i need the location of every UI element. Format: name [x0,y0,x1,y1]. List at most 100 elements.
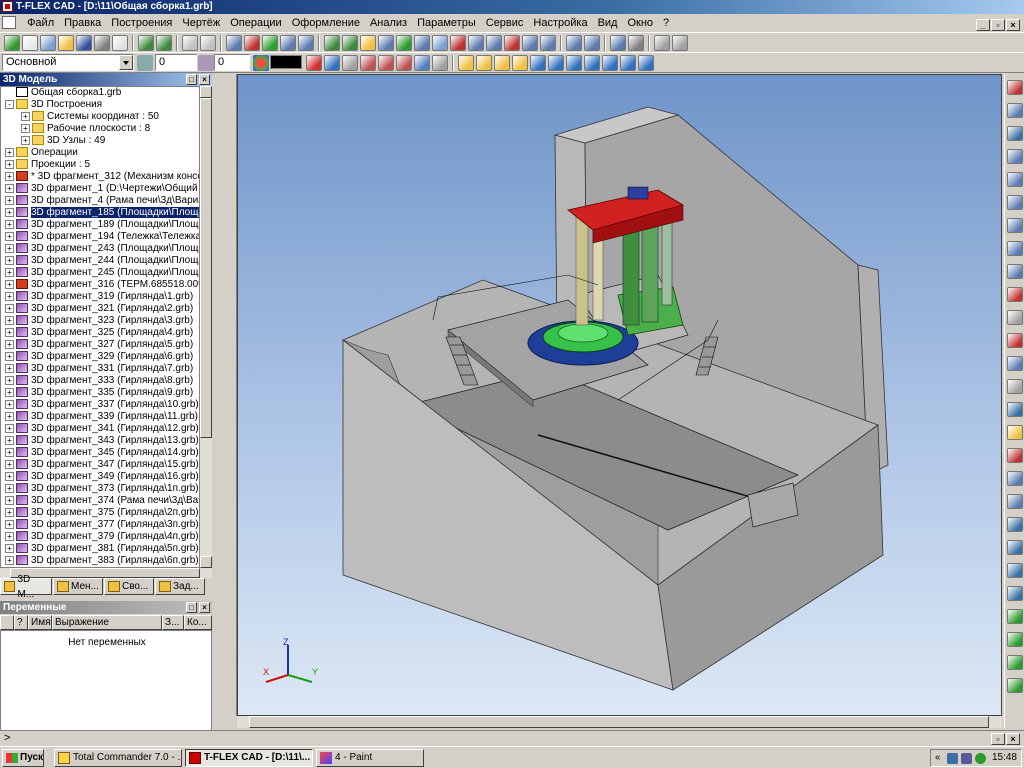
tool-icon[interactable] [244,35,260,51]
expand-icon[interactable]: + [5,291,14,301]
view-tool-icon[interactable] [1007,609,1023,624]
tool-icon[interactable] [458,55,474,71]
tree-item[interactable]: +3D фрагмент_185 (Площадки\Площадка [1,207,199,219]
menu-item[interactable]: ? [658,14,674,32]
menu-item[interactable]: Чертёж [177,14,225,32]
view-tool-icon[interactable] [1007,425,1023,440]
tree-item[interactable]: +3D фрагмент_377 (Гирлянда\3п.grb) [1,519,199,531]
view-tool-icon[interactable] [1007,172,1023,187]
vars-column-header[interactable]: ? [14,615,28,630]
tool-icon[interactable] [512,55,528,71]
expand-icon[interactable]: + [5,207,14,217]
expand-icon[interactable]: + [5,267,14,277]
priority-field[interactable]: 0 [214,54,250,71]
expand-icon[interactable]: + [5,363,14,373]
vars-column-header[interactable]: Ко... [184,615,212,630]
expand-icon[interactable]: + [5,255,14,265]
doc-close-button[interactable]: × [1006,19,1020,31]
view-tool-icon[interactable] [1007,126,1023,141]
tree-item[interactable]: +3D фрагмент_343 (Гирлянда\13.grb) [1,435,199,447]
tree-item[interactable]: +3D фрагмент_381 (Гирлянда\5п.grb) [1,543,199,555]
vars-column-header[interactable]: Имя [28,615,52,630]
view-tool-icon[interactable] [1007,264,1023,279]
tool-icon[interactable] [476,55,492,71]
expand-icon[interactable]: + [5,147,14,157]
expand-icon[interactable]: + [21,111,30,121]
tool-icon[interactable] [486,35,502,51]
expand-icon[interactable]: + [5,303,14,313]
viewport-hscroll-thumb[interactable] [249,716,989,728]
model-tree[interactable]: Общая сборка1.grb - 3D Построения + Системы … [0,86,200,568]
expand-icon[interactable]: + [5,183,14,193]
scroll-down-button[interactable] [200,556,212,568]
tree-item[interactable]: +3D фрагмент_349 (Гирлянда\16.grb) [1,471,199,483]
color-palette-icon[interactable] [253,55,269,71]
scroll-up-button[interactable] [200,86,212,98]
3d-viewport[interactable]: Z X Y [237,74,1002,716]
tool-icon[interactable] [654,35,670,51]
menu-item[interactable]: Файл [22,14,59,32]
tool-icon[interactable] [378,55,394,71]
expand-icon[interactable]: + [5,243,14,253]
panel-tab[interactable]: Сво... [104,578,154,595]
tool-icon[interactable] [182,35,198,51]
tool-icon[interactable] [360,55,376,71]
tool-icon[interactable] [540,35,556,51]
menu-item[interactable]: Построения [106,14,177,32]
collapse-icon[interactable]: - [5,99,14,109]
tool-icon[interactable] [530,55,546,71]
tree-vertical-scrollbar[interactable] [200,86,212,568]
tree-item[interactable]: +3D фрагмент_329 (Гирлянда\6.grb) [1,351,199,363]
tree-item[interactable]: +3D Узлы : 49 [1,135,199,147]
expand-icon[interactable]: + [5,531,14,541]
tool-icon[interactable] [672,35,688,51]
tree-item[interactable]: +3D фрагмент_383 (Гирлянда\6п.grb) [1,555,199,567]
tool-icon[interactable] [342,55,358,71]
tool-icon[interactable] [396,35,412,51]
tool-icon[interactable] [602,55,618,71]
tool-icon[interactable] [76,35,92,51]
title-bar[interactable]: T-FLEX CAD - [D:\11\Общая сборка1.grb] [0,0,1024,14]
view-tool-icon[interactable] [1007,402,1023,417]
cmd-restore-button[interactable]: ▫ [991,733,1005,745]
tree-item[interactable]: + Системы координат : 50 [1,111,199,123]
tree-item[interactable]: +3D фрагмент_337 (Гирлянда\10.grb) [1,399,199,411]
menu-item[interactable]: Вид [593,14,623,32]
tree-item[interactable]: +3D фрагмент_335 (Гирлянда\9.grb) [1,387,199,399]
tree-item[interactable]: + Проекции : 5 [1,159,199,171]
doc-restore-button[interactable]: ▫ [991,19,1005,31]
expand-icon[interactable]: + [5,435,14,445]
menu-item[interactable]: Операции [225,14,286,32]
tool-icon[interactable] [494,55,510,71]
panel-tab[interactable]: Зад... [155,578,205,595]
expand-icon[interactable]: + [5,219,14,229]
tool-icon[interactable] [306,55,322,71]
vars-list[interactable]: Нет переменных [0,630,212,734]
tool-icon[interactable] [522,35,538,51]
scroll-thumb[interactable] [200,98,212,438]
menu-item[interactable]: Правка [59,14,106,32]
expand-icon[interactable]: + [5,315,14,325]
clock[interactable]: 15:48 [992,750,1017,766]
tool-icon[interactable] [378,35,394,51]
expand-icon[interactable]: + [5,327,14,337]
tree-item[interactable]: - 3D Построения [1,99,199,111]
view-tool-icon[interactable] [1007,678,1023,693]
expand-icon[interactable]: + [5,351,14,361]
tool-icon[interactable] [584,55,600,71]
tool-icon[interactable] [566,55,582,71]
vars-column-header[interactable]: З... [162,615,184,630]
tool-icon[interactable] [200,35,216,51]
expand-icon[interactable]: + [5,519,14,529]
tool-icon[interactable] [414,35,430,51]
tool-icon[interactable] [22,35,38,51]
expand-icon[interactable]: + [5,375,14,385]
tool-icon[interactable] [58,35,74,51]
view-tool-icon[interactable] [1007,494,1023,509]
expand-icon[interactable]: + [5,543,14,553]
view-tool-icon[interactable] [1007,149,1023,164]
expand-icon[interactable]: + [5,411,14,421]
tree-item[interactable]: +3D фрагмент_4 (Рама печи\3д\Вариант2 [1,195,199,207]
tree-item[interactable]: +3D фрагмент_333 (Гирлянда\8.grb) [1,375,199,387]
tool-icon[interactable] [324,55,340,71]
